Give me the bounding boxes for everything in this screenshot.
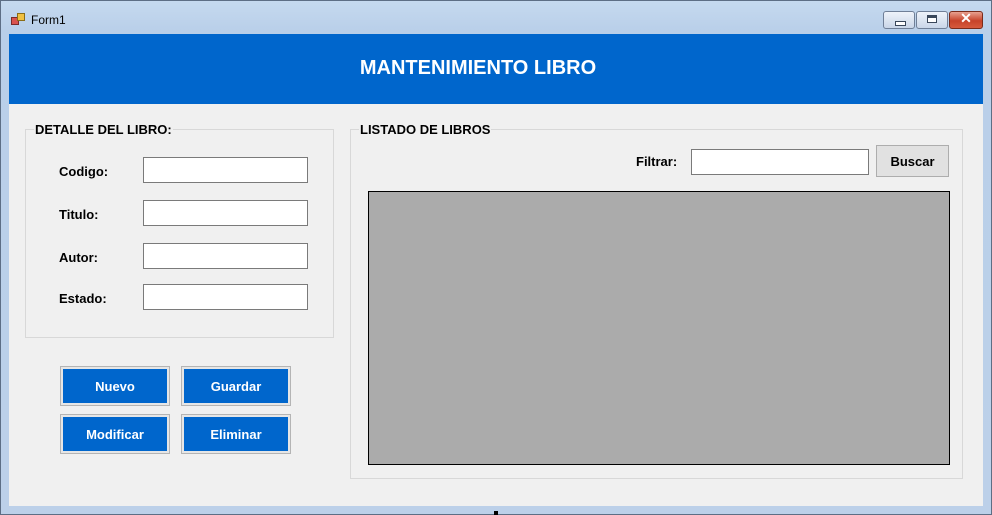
titulo-label: Titulo:: [59, 207, 99, 222]
estado-input[interactable]: [143, 284, 308, 310]
minimize-icon: [895, 21, 906, 26]
modificar-button[interactable]: Modificar: [60, 414, 170, 454]
libros-data-grid[interactable]: [368, 191, 950, 465]
resize-grip[interactable]: [494, 511, 498, 515]
form-window: Form1 ✕ MANTENIMIENTO LIBRO DETALLE DEL …: [0, 0, 992, 515]
listado-groupbox: LISTADO DE LIBROS Filtrar: Buscar: [350, 122, 963, 479]
listado-group-title: LISTADO DE LIBROS: [359, 122, 492, 137]
page-title: MANTENIMIENTO LIBRO: [359, 57, 597, 79]
filtrar-label: Filtrar:: [636, 154, 678, 169]
eliminar-button[interactable]: Eliminar: [181, 414, 291, 454]
detalle-groupbox: DETALLE DEL LIBRO: Codigo: Titulo: Autor…: [25, 122, 334, 338]
autor-input[interactable]: [143, 243, 308, 269]
close-button[interactable]: ✕: [949, 10, 983, 29]
form-client-area: MANTENIMIENTO LIBRO DETALLE DEL LIBRO: C…: [9, 34, 983, 506]
filtrar-input[interactable]: [691, 149, 869, 175]
maximize-icon: [927, 15, 937, 23]
detalle-group-title: DETALLE DEL LIBRO:: [34, 122, 173, 137]
window-title: Form1: [31, 13, 66, 27]
estado-label: Estado:: [59, 291, 107, 306]
nuevo-button[interactable]: Nuevo: [60, 366, 170, 406]
guardar-button[interactable]: Guardar: [181, 366, 291, 406]
buscar-button[interactable]: Buscar: [876, 145, 949, 177]
maximize-button[interactable]: [916, 11, 948, 29]
autor-label: Autor:: [59, 250, 98, 265]
titulo-input[interactable]: [143, 200, 308, 226]
header-banner: MANTENIMIENTO LIBRO: [9, 34, 983, 104]
codigo-input[interactable]: [143, 157, 308, 183]
minimize-button[interactable]: [883, 11, 915, 29]
form-app-icon[interactable]: [11, 13, 25, 25]
title-bar[interactable]: Form1 ✕: [1, 1, 991, 34]
codigo-label: Codigo:: [59, 164, 109, 179]
close-icon: ✕: [960, 10, 972, 26]
